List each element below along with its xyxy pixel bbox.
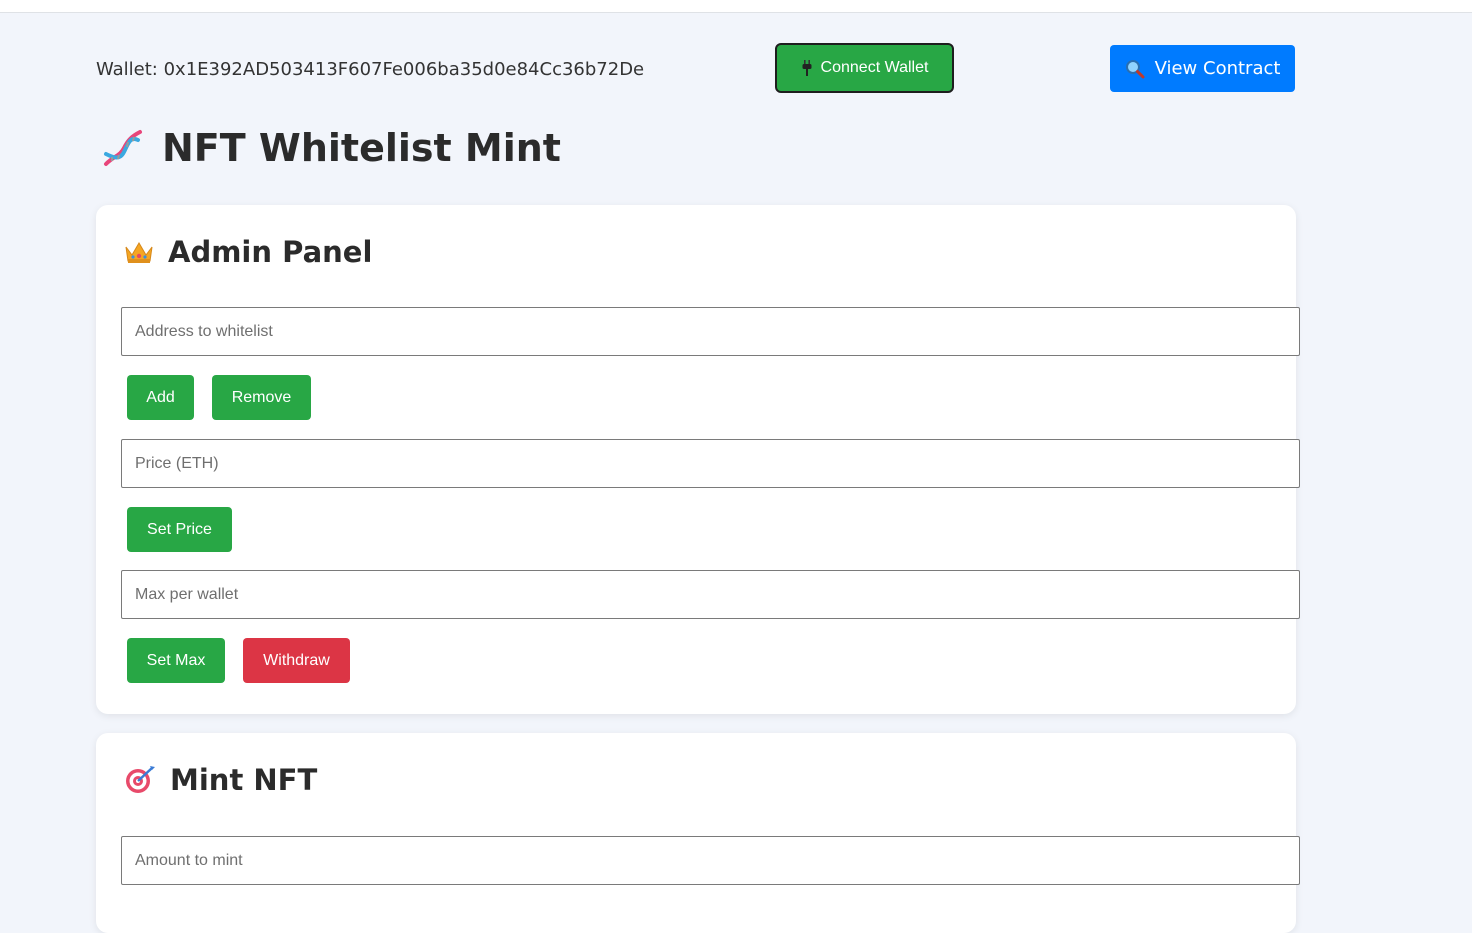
admin-panel-card: Admin Panel Add Remove Set Price Set Max… xyxy=(96,205,1300,714)
magnifier-icon xyxy=(1125,59,1145,79)
page-title-text: NFT Whitelist Mint xyxy=(162,126,561,170)
view-contract-button[interactable]: View Contract xyxy=(1110,45,1295,92)
browser-top-edge xyxy=(0,0,1472,13)
page-title: NFT Whitelist Mint xyxy=(100,126,561,170)
mint-panel-card: Mint NFT xyxy=(96,733,1300,933)
withdraw-button[interactable]: Withdraw xyxy=(243,638,350,683)
price-input[interactable] xyxy=(121,439,1300,488)
set-max-button[interactable]: Set Max xyxy=(127,638,225,683)
dna-icon xyxy=(100,126,144,170)
crown-icon xyxy=(124,239,154,265)
mint-amount-input[interactable] xyxy=(121,836,1300,885)
max-per-wallet-input[interactable] xyxy=(121,570,1300,619)
add-button[interactable]: Add xyxy=(127,375,194,420)
mint-panel-title-text: Mint NFT xyxy=(170,763,318,797)
admin-panel-title-text: Admin Panel xyxy=(168,235,373,269)
wallet-address: Wallet: 0x1E392AD503413F607Fe006ba35d0e8… xyxy=(96,59,645,80)
whitelist-address-input[interactable] xyxy=(121,307,1300,356)
target-icon xyxy=(124,764,156,796)
connect-wallet-label: Connect Wallet xyxy=(820,59,929,76)
remove-button[interactable]: Remove xyxy=(212,375,311,420)
connect-wallet-button[interactable]: Connect Wallet xyxy=(775,43,954,93)
admin-panel-title: Admin Panel xyxy=(124,235,372,269)
mint-panel-title: Mint NFT xyxy=(124,763,317,797)
view-contract-label: View Contract xyxy=(1154,58,1281,79)
set-price-button[interactable]: Set Price xyxy=(127,507,232,552)
plug-icon xyxy=(801,60,813,76)
